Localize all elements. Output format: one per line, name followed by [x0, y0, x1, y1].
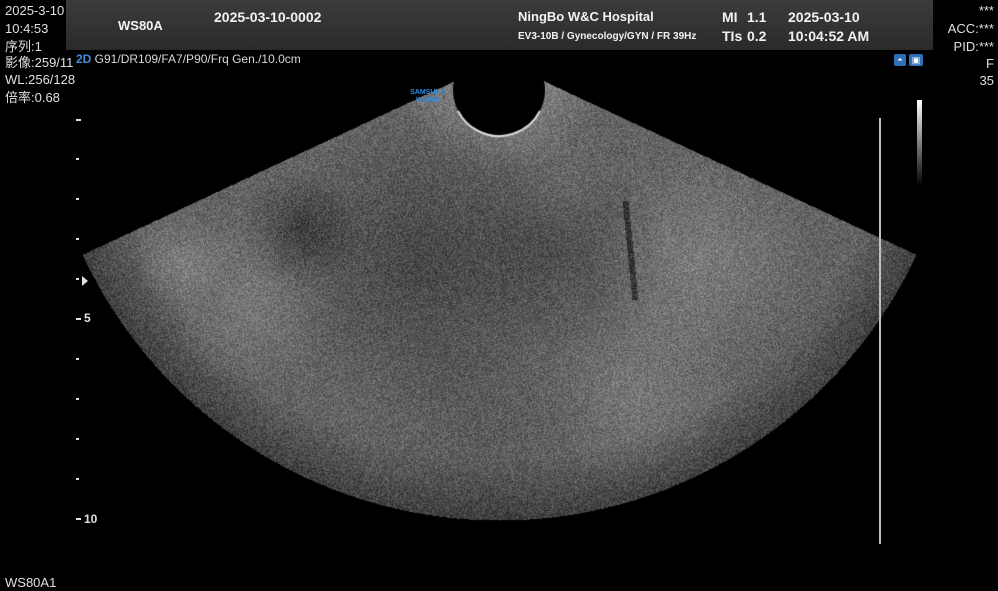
grayscale-bar: [917, 100, 922, 186]
depth-tick: [76, 238, 79, 240]
depth-tick: [76, 438, 79, 440]
depth-tick: [76, 518, 81, 520]
ultrasound-viewer: WS80A 2025-03-10-0002 NingBo W&C Hospita…: [0, 0, 998, 591]
depth-tick: [76, 119, 81, 121]
depth-tick: [76, 478, 79, 480]
depth-label-10: 10: [84, 512, 98, 526]
depth-tick: [76, 358, 79, 360]
footer-device-id: WS80A1: [5, 575, 57, 590]
depth-tick: [76, 278, 79, 280]
focus-marker-icon[interactable]: [82, 276, 88, 286]
depth-scale: [76, 119, 88, 520]
depth-tick: [76, 158, 79, 160]
tgc-line: [879, 118, 881, 544]
depth-tick: [76, 318, 81, 320]
depth-tick: [76, 198, 79, 200]
depth-label-5: 5: [84, 311, 91, 325]
depth-tick: [76, 398, 79, 400]
